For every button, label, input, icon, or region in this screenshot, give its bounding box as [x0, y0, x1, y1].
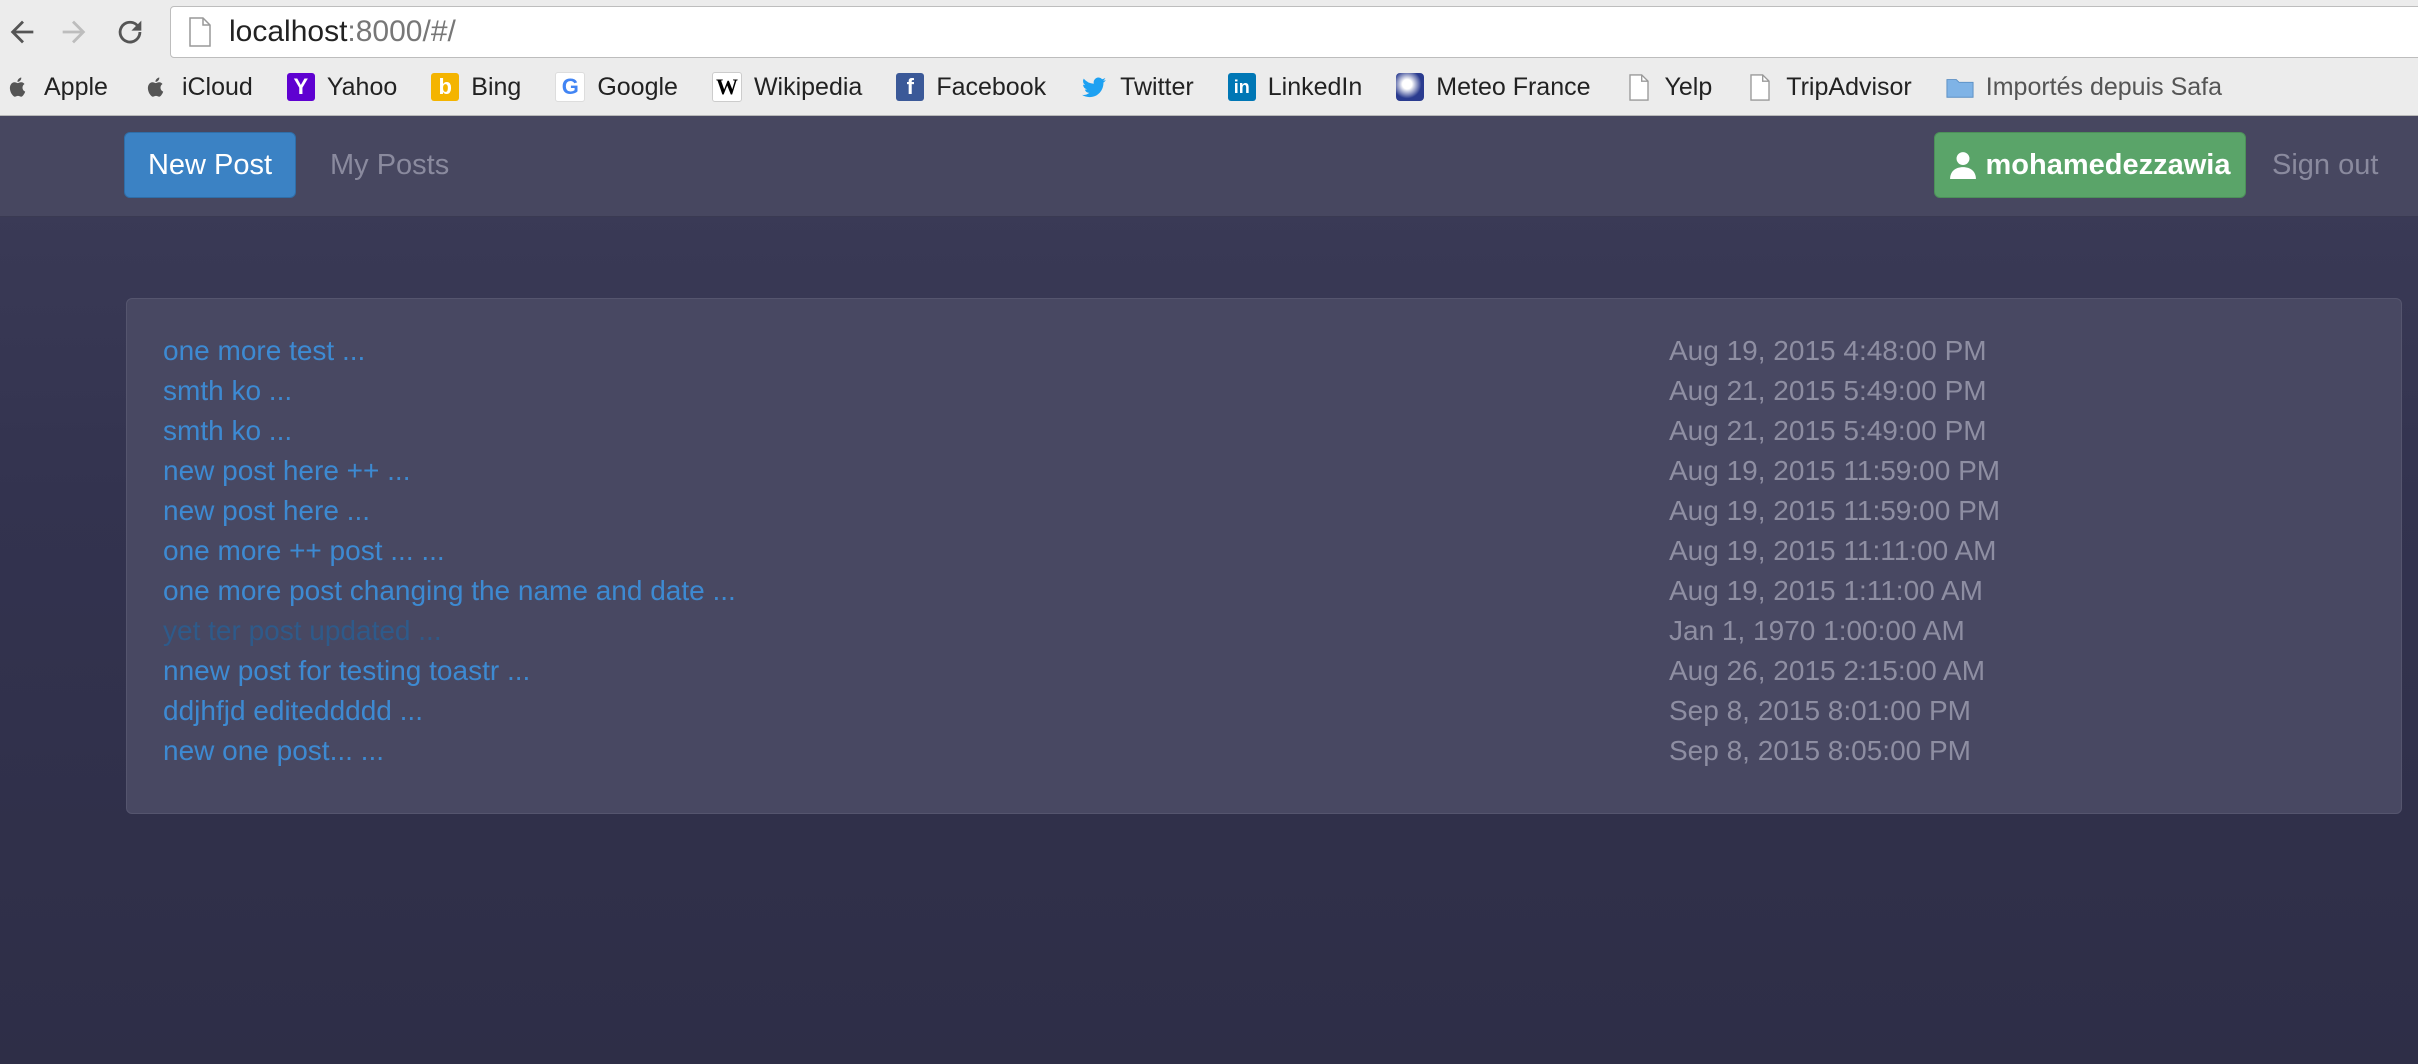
- reload-icon: [118, 20, 142, 44]
- sign-out-link[interactable]: Sign out: [2272, 132, 2378, 198]
- user-icon: [1949, 152, 1976, 179]
- bookmark-bing[interactable]: b Bing: [431, 73, 521, 102]
- folder-icon: [1946, 73, 1974, 101]
- post-title-link[interactable]: one more test ...: [163, 335, 365, 367]
- post-list: one more test ... Aug 19, 2015 4:48:00 P…: [163, 335, 2365, 775]
- post-row: yet ter post updated ... Jan 1, 1970 1:0…: [163, 615, 2365, 655]
- post-title-link[interactable]: ddjhfjd editeddddd ...: [163, 695, 423, 727]
- bookmark-facebook[interactable]: f Facebook: [896, 73, 1046, 102]
- bookmark-wikipedia[interactable]: W Wikipedia: [711, 72, 862, 102]
- post-date: Aug 21, 2015 5:49:00 PM: [1669, 375, 1987, 406]
- post-row: nnew post for testing toastr ... Aug 26,…: [163, 655, 2365, 695]
- top-navbar: New Post My Posts mohamedezzawia Sign ou…: [0, 116, 2418, 217]
- post-date: Aug 19, 2015 11:59:00 PM: [1669, 455, 2001, 486]
- post-row: new one post... ... Sep 8, 2015 8:05:00 …: [163, 735, 2365, 775]
- post-title-link[interactable]: yet ter post updated ...: [163, 615, 442, 647]
- post-row: new post here ... Aug 19, 2015 11:59:00 …: [163, 495, 2365, 535]
- forward-button[interactable]: [52, 10, 96, 54]
- post-date: Jan 1, 1970 1:00:00 AM: [1669, 615, 1965, 646]
- bookmark-yelp[interactable]: Yelp: [1625, 73, 1712, 102]
- post-date: Aug 19, 2015 1:11:00 AM: [1669, 575, 1983, 606]
- my-posts-link[interactable]: My Posts: [330, 132, 449, 198]
- post-date: Aug 26, 2015 2:15:00 AM: [1669, 655, 1986, 686]
- bookmark-twitter[interactable]: Twitter: [1080, 73, 1194, 102]
- reload-button[interactable]: [108, 10, 152, 54]
- bookmark-yahoo[interactable]: Y Yahoo: [286, 73, 397, 102]
- post-row: one more test ... Aug 19, 2015 4:48:00 P…: [163, 335, 2365, 375]
- address-bar[interactable]: localhost:8000/#/: [170, 6, 2418, 58]
- post-date: Aug 19, 2015 11:59:00 PM: [1669, 495, 2001, 526]
- bookmark-linkedin[interactable]: in LinkedIn: [1227, 73, 1362, 102]
- linkedin-icon: in: [1227, 73, 1256, 101]
- post-date: Aug 19, 2015 11:11:00 AM: [1669, 535, 1997, 566]
- wikipedia-icon: W: [711, 72, 742, 102]
- post-row: one more ++ post ... ... Aug 19, 2015 11…: [163, 535, 2365, 575]
- post-date: Sep 8, 2015 8:01:00 PM: [1669, 695, 1971, 726]
- yahoo-icon: Y: [286, 73, 315, 101]
- post-title-link[interactable]: new one post... ...: [163, 735, 384, 767]
- post-title-link[interactable]: one more post changing the name and date…: [163, 575, 736, 607]
- post-title-link[interactable]: new post here ++ ...: [163, 455, 411, 487]
- bookmark-icloud[interactable]: iCloud: [142, 73, 253, 102]
- post-title-link[interactable]: smth ko ...: [163, 375, 292, 407]
- bookmark-folder-imported[interactable]: Importés depuis Safa: [1946, 73, 2222, 102]
- post-row: smth ko ... Aug 21, 2015 5:49:00 PM: [163, 375, 2365, 415]
- bookmark-apple[interactable]: Apple: [4, 73, 108, 102]
- post-date: Aug 21, 2015 5:49:00 PM: [1669, 415, 1987, 446]
- post-title-link[interactable]: smth ko ...: [163, 415, 292, 447]
- bookmark-google[interactable]: G Google: [555, 72, 678, 102]
- browser-chrome: localhost:8000/#/ Apple iCloud Y Yahoo b…: [0, 0, 2418, 116]
- post-row: smth ko ... Aug 21, 2015 5:49:00 PM: [163, 415, 2365, 455]
- apple-icon: [4, 73, 32, 101]
- post-row: ddjhfjd editeddddd ... Sep 8, 2015 8:01:…: [163, 695, 2365, 735]
- bing-icon: b: [431, 73, 460, 101]
- url-text: localhost:8000/#/: [229, 15, 456, 48]
- post-row: one more post changing the name and date…: [163, 575, 2365, 615]
- page-icon: [1746, 73, 1774, 101]
- posts-panel: one more test ... Aug 19, 2015 4:48:00 P…: [126, 298, 2402, 814]
- back-arrow-icon: [10, 20, 34, 44]
- post-title-link[interactable]: nnew post for testing toastr ...: [163, 655, 530, 687]
- post-title-link[interactable]: new post here ...: [163, 495, 370, 527]
- forward-arrow-icon: [62, 20, 86, 44]
- page-icon: [1625, 73, 1653, 101]
- username-label: mohamedezzawia: [1985, 148, 2231, 181]
- app-page: New Post My Posts mohamedezzawia Sign ou…: [0, 116, 2418, 1064]
- post-title-link[interactable]: one more ++ post ... ...: [163, 535, 445, 567]
- back-button[interactable]: [0, 10, 44, 54]
- twitter-icon: [1080, 73, 1108, 101]
- apple-icon: [142, 73, 170, 101]
- bookmark-meteo-france[interactable]: Meteo France: [1396, 73, 1591, 102]
- page-icon: [189, 17, 211, 47]
- bookmarks-bar: Apple iCloud Y Yahoo b Bing G Google W W…: [0, 64, 2418, 110]
- google-icon: G: [555, 72, 586, 102]
- facebook-icon: f: [896, 73, 925, 101]
- user-profile-button[interactable]: mohamedezzawia: [1934, 132, 2246, 198]
- bookmark-tripadvisor[interactable]: TripAdvisor: [1746, 73, 1912, 102]
- meteo-icon: [1396, 73, 1425, 101]
- new-post-button[interactable]: New Post: [124, 132, 296, 198]
- post-date: Aug 19, 2015 4:48:00 PM: [1669, 335, 1987, 366]
- post-date: Sep 8, 2015 8:05:00 PM: [1669, 735, 1971, 766]
- post-row: new post here ++ ... Aug 19, 2015 11:59:…: [163, 455, 2365, 495]
